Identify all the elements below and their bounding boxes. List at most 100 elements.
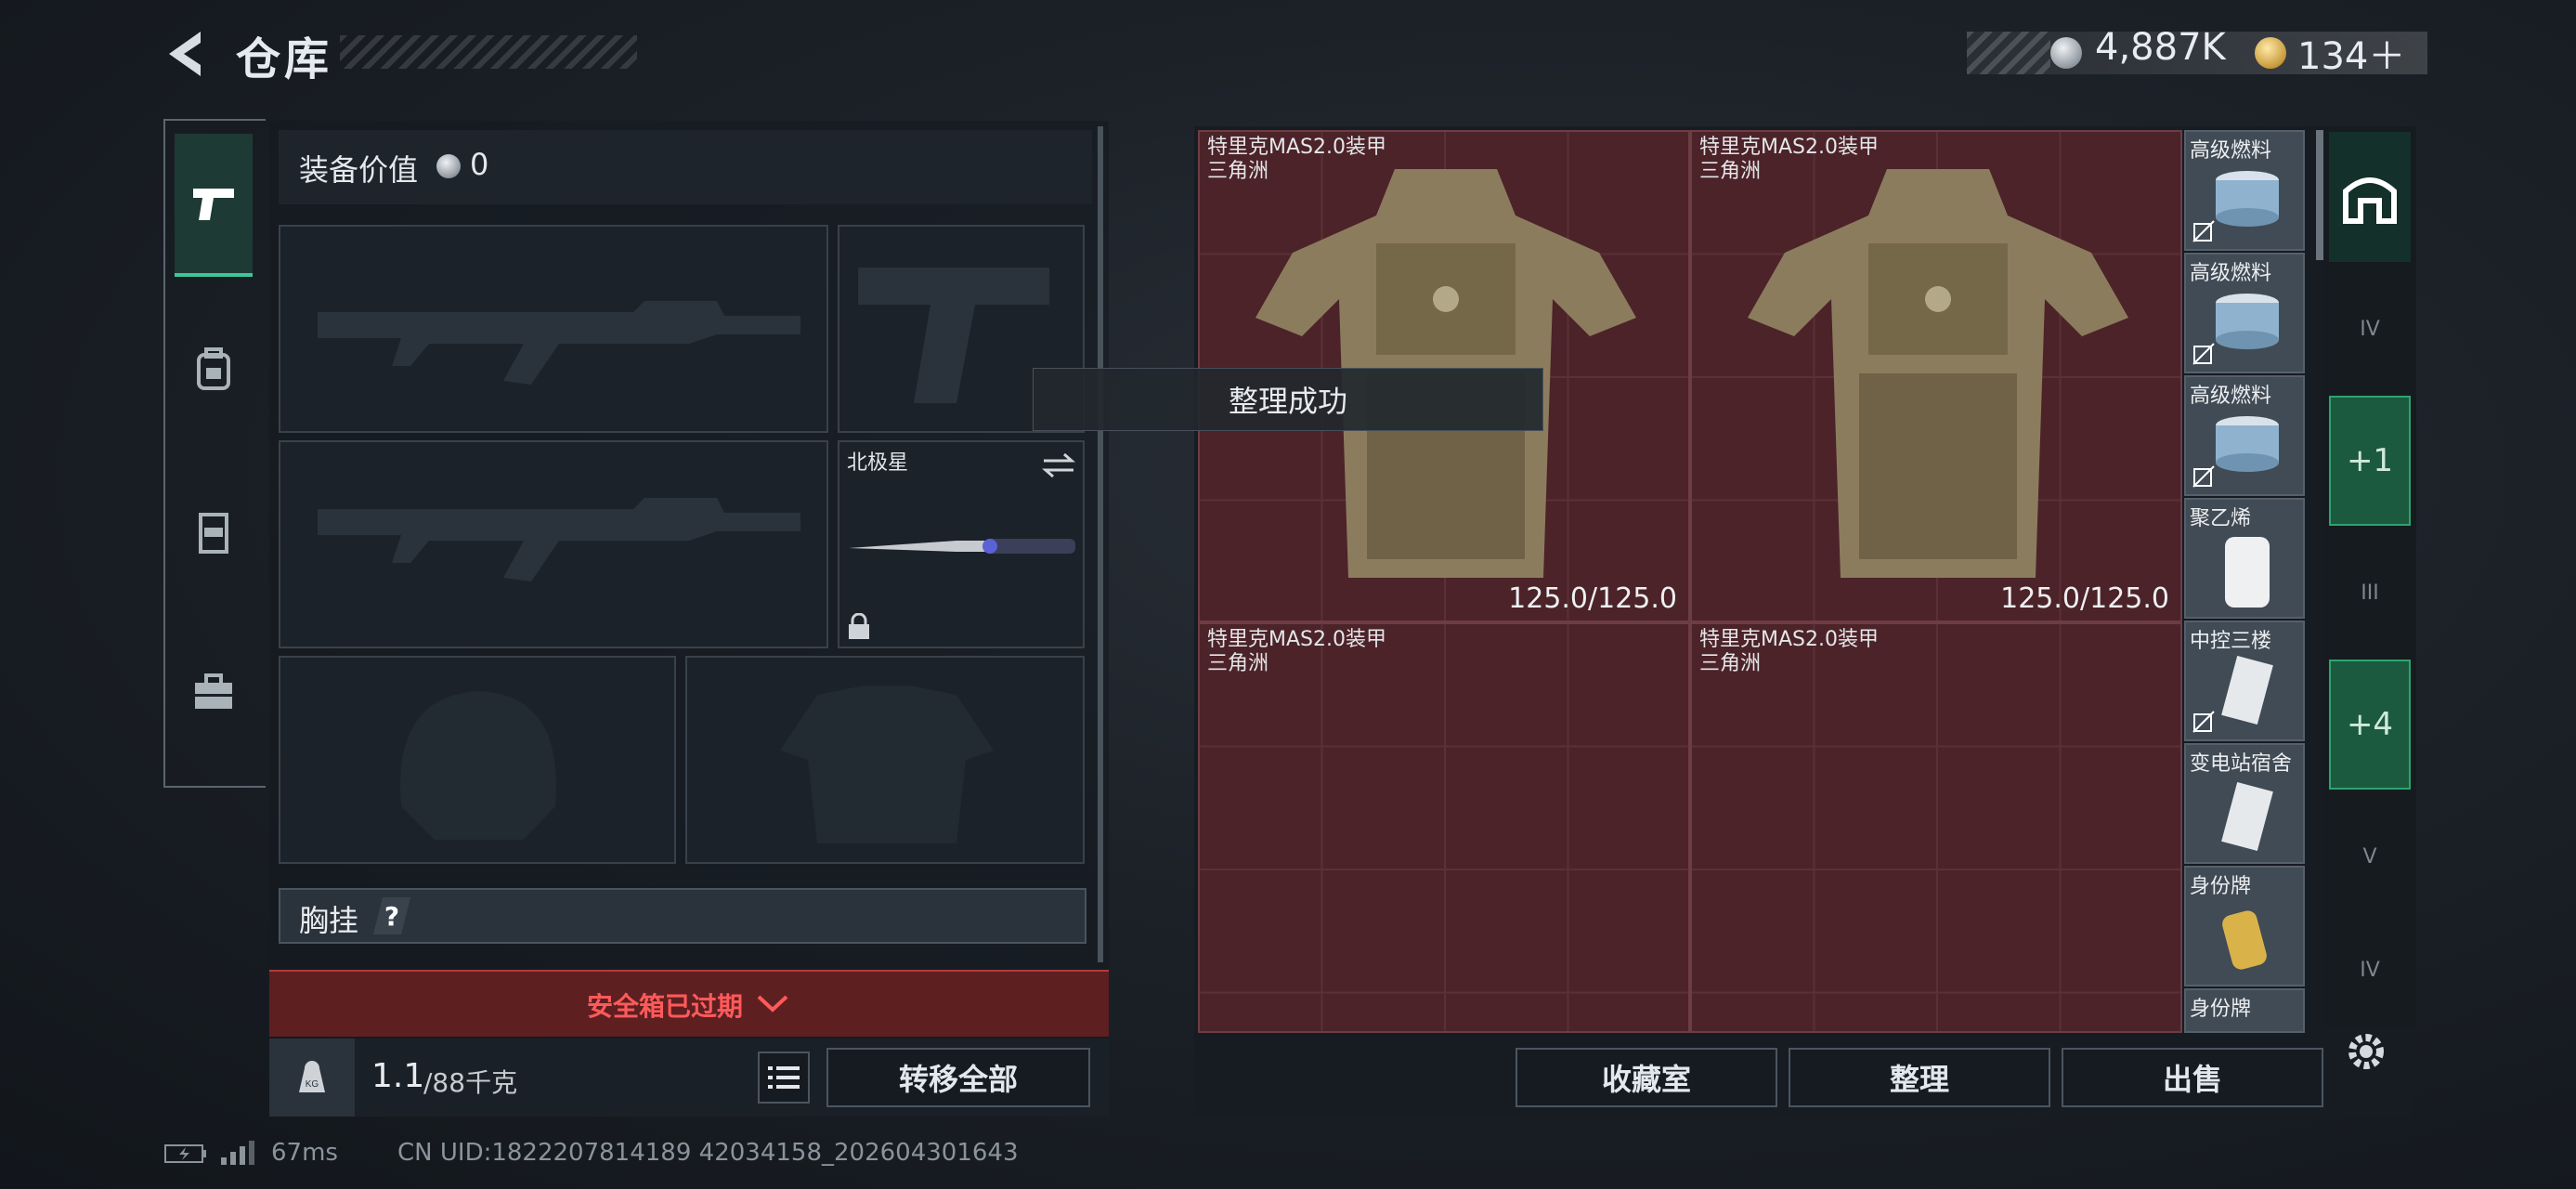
gear-icon[interactable] xyxy=(2342,1027,2390,1076)
toolbox-icon xyxy=(195,673,232,709)
rail-page-add[interactable]: +1 xyxy=(2329,396,2411,526)
rail-label: IV xyxy=(2360,958,2380,982)
safe-box-expired-banner[interactable]: 安全箱已过期 xyxy=(269,970,1109,1037)
gold-currency-value[interactable]: 134＋ xyxy=(2297,26,2405,80)
rail-label: +1 xyxy=(2346,442,2394,479)
nav-weapons[interactable] xyxy=(175,134,253,277)
primary-weapon-slot-2[interactable] xyxy=(279,440,828,648)
armor-silhouette-icon xyxy=(780,686,994,843)
melee-name: 北极星 xyxy=(847,451,909,475)
equipment-value: 0 xyxy=(470,147,489,182)
item-name: 身份牌 xyxy=(2190,998,2252,1021)
vault-icon xyxy=(2343,177,2397,224)
swap-icon[interactable] xyxy=(1040,451,1077,479)
svg-text:KG: KG xyxy=(306,1079,319,1090)
vest-icon xyxy=(199,513,228,554)
stash-item-dogtag[interactable]: 身份牌 xyxy=(2184,988,2305,1033)
no-trade-icon xyxy=(2192,465,2215,488)
rail-label: +4 xyxy=(2346,706,2394,743)
stash-item-fuel[interactable]: 高级燃料 xyxy=(2184,375,2305,496)
pistol-icon xyxy=(193,189,234,220)
item-name: 中控三楼 xyxy=(2190,630,2272,653)
silver-currency-value: 4,887K xyxy=(2095,26,2226,69)
equipment-scrollbar[interactable] xyxy=(1098,126,1103,962)
item-name: 高级燃料 xyxy=(2190,385,2272,408)
weight-max: /88千克 xyxy=(423,1067,518,1098)
list-view-button[interactable] xyxy=(758,1052,810,1104)
gold-coin-icon xyxy=(2255,37,2286,69)
knife-item-icon xyxy=(849,539,1075,554)
sort-button[interactable]: 整理 xyxy=(1789,1048,2050,1107)
item-durability: 125.0/125.0 xyxy=(1508,582,1677,615)
item-durability: 125.0/125.0 xyxy=(2000,582,2169,615)
keycard-icon xyxy=(2221,781,2273,852)
stash-item-armor[interactable]: 特里克MAS2.0装甲 三角洲 xyxy=(1198,622,1690,1033)
armor-vest-image xyxy=(1748,169,2128,578)
signal-icon xyxy=(221,1141,254,1165)
item-name: 聚乙烯 xyxy=(2190,507,2252,530)
stash-item-dogtag[interactable]: 身份牌 xyxy=(2184,866,2305,986)
rail-home[interactable] xyxy=(2329,132,2411,262)
dogtag-icon xyxy=(2222,910,2267,970)
chest-rig-row[interactable]: 胸挂 ? xyxy=(279,888,1086,944)
rail-page-v[interactable]: V xyxy=(2329,791,2411,921)
silver-coin-icon xyxy=(2050,37,2082,69)
no-trade-icon xyxy=(2192,220,2215,242)
chest-rig-label: 胸挂 xyxy=(299,903,359,938)
equipment-value-label: 装备价值 xyxy=(299,152,419,188)
nav-vest[interactable] xyxy=(175,463,253,602)
rail-page-add[interactable]: +4 xyxy=(2329,660,2411,790)
stash-item-armor[interactable]: 特里克MAS2.0装甲 三角洲 xyxy=(1690,622,2182,1033)
lock-icon xyxy=(849,613,869,639)
rail-page-iv[interactable]: IV xyxy=(2329,264,2411,394)
item-name: 特里克MAS2.0装甲 xyxy=(1207,628,1386,651)
stash-item-fuel[interactable]: 高级燃料 xyxy=(2184,253,2305,373)
safe-box-status: 安全箱已过期 xyxy=(587,991,744,1022)
weight-bar: KG 1.1 /88千克 转移全部 xyxy=(269,1039,1109,1117)
rail-label: V xyxy=(2362,844,2377,869)
stash-item-keycard[interactable]: 变电站宿舍 xyxy=(2184,743,2305,864)
stash-item-fuel[interactable]: 高级燃料 xyxy=(2184,130,2305,251)
keycard-icon xyxy=(2221,656,2273,725)
equipment-value-row: 装备价值 0 xyxy=(279,130,1092,204)
transfer-all-button[interactable]: 转移全部 xyxy=(826,1048,1090,1107)
back-arrow-icon[interactable] xyxy=(163,28,208,80)
rail-page-iv[interactable]: IV xyxy=(2329,923,2411,1016)
no-trade-icon xyxy=(2192,343,2215,365)
battery-icon xyxy=(164,1144,206,1163)
melee-slot[interactable]: 北极星 xyxy=(838,440,1085,648)
armor-slot[interactable] xyxy=(685,656,1085,864)
fuel-can-icon xyxy=(2216,416,2279,472)
stash-item-armor[interactable]: 特里克MAS2.0装甲 三角洲 125.0/125.0 xyxy=(1690,130,2182,622)
no-trade-icon xyxy=(2192,711,2215,733)
item-subtitle: 三角洲 xyxy=(1207,652,1269,675)
item-name: 身份牌 xyxy=(2190,875,2252,898)
stash-item-polyethylene[interactable]: 聚乙烯 xyxy=(2184,498,2305,619)
nav-backpack[interactable] xyxy=(175,299,253,438)
rail-label: IV xyxy=(2360,317,2380,341)
weight-current: 1.1 xyxy=(371,1057,425,1095)
rifle-silhouette-icon xyxy=(318,498,800,581)
item-name: 高级燃料 xyxy=(2190,139,2272,163)
helmet-silhouette-icon xyxy=(400,691,556,840)
weight-icon-box: KG xyxy=(269,1039,355,1117)
armor-vest-image xyxy=(1255,169,1636,578)
stash-item-keycard[interactable]: 中控三楼 xyxy=(2184,621,2305,741)
backpack-icon xyxy=(197,347,230,390)
uid-text: CN UID:1822207814189 42034158_2026043016… xyxy=(397,1139,1019,1167)
collection-room-button[interactable]: 收藏室 xyxy=(1516,1048,1777,1107)
sell-button[interactable]: 出售 xyxy=(2062,1048,2323,1107)
help-icon[interactable]: ? xyxy=(373,897,410,934)
item-name: 特里克MAS2.0装甲 xyxy=(1699,628,1879,651)
chevron-down-icon xyxy=(757,995,788,1013)
primary-weapon-slot-1[interactable] xyxy=(279,225,828,433)
rail-page-iii[interactable]: III xyxy=(2329,528,2411,658)
value-coin-icon xyxy=(436,154,461,178)
currency-decoration xyxy=(1967,32,2050,74)
nav-toolbox[interactable] xyxy=(175,622,253,762)
kettlebell-icon: KG xyxy=(299,1061,325,1092)
stash-scrollbar[interactable] xyxy=(2316,130,2323,260)
item-subtitle: 三角洲 xyxy=(1699,652,1762,675)
helmet-slot[interactable] xyxy=(279,656,676,864)
page-title: 仓库 xyxy=(236,33,333,85)
